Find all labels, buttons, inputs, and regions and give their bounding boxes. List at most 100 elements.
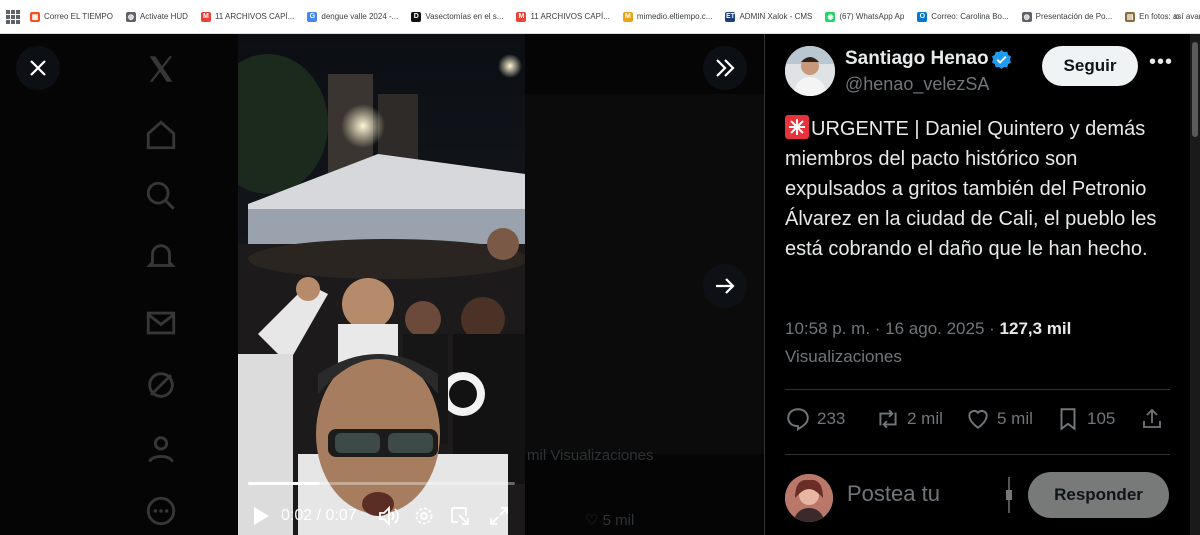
picture-in-picture-button[interactable] xyxy=(449,505,471,527)
settings-button[interactable] xyxy=(413,505,435,527)
tweet-timestamp[interactable]: 10:58 p. m. · 16 ago. 2025 · xyxy=(785,319,1000,338)
siren-icon xyxy=(785,115,809,139)
globe-icon: ◍ xyxy=(1021,11,1032,22)
video-player[interactable]: 0:02 / 0:07 xyxy=(238,34,525,535)
like-count: 5 mil xyxy=(997,409,1033,428)
messages-icon xyxy=(146,311,176,335)
scrollbar-thumb[interactable] xyxy=(1192,42,1198,137)
video-time: 0:02 / 0:07 xyxy=(281,507,357,524)
avatar-image xyxy=(785,46,835,96)
reply-input[interactable]: Postea tu xyxy=(847,481,940,507)
play-button[interactable] xyxy=(250,505,272,527)
bookmark-item[interactable]: ◍ Activate HUD xyxy=(125,11,188,22)
reply-avatar-image xyxy=(785,474,833,522)
video-current-time: 0:02 xyxy=(281,507,313,524)
divider xyxy=(785,389,1170,390)
explore-icon xyxy=(146,181,175,210)
bookmark-label: 11 ARCHIVOS CAPÍ... xyxy=(214,12,295,21)
notifications-icon xyxy=(146,244,176,267)
bookmark-label: 11 ARCHIVOS CAPÍ... xyxy=(530,12,610,21)
background-nav xyxy=(120,34,200,535)
background-views-text: mil Visualizaciones xyxy=(527,447,654,464)
background-likes-text: ♡ 5 mil xyxy=(585,512,635,529)
d-icon: D xyxy=(411,11,422,22)
tweet-views-label: Visualizaciones xyxy=(785,347,902,366)
bookmark-action[interactable]: 105 xyxy=(1055,406,1140,432)
play-icon xyxy=(254,507,269,525)
bookmark-item[interactable]: O Correo: Carolina Bo... xyxy=(917,11,1009,22)
profile-icon xyxy=(148,436,174,463)
bookmark-item[interactable]: M 11 ARCHIVOS CAPÍ... xyxy=(516,11,610,22)
more-options-icon[interactable]: ••• xyxy=(1149,51,1173,74)
bookmark-label: Vasectomías en el s... xyxy=(425,12,504,21)
gear-icon xyxy=(415,507,433,525)
bookmark-label: mimedio.eltiempo.c... xyxy=(636,12,713,21)
apps-grid-icon[interactable] xyxy=(6,9,20,24)
bookmark-item[interactable]: Gdengue valle 2024 -... xyxy=(307,11,399,22)
more-circle-icon xyxy=(146,496,176,526)
bookmark-item[interactable]: ◉ (67) WhatsApp Ap xyxy=(825,11,905,22)
outlook-icon: O xyxy=(917,11,928,22)
volume-button[interactable] xyxy=(378,505,400,527)
gmail-icon: M xyxy=(516,11,527,22)
close-button[interactable] xyxy=(16,46,60,90)
google-icon: G xyxy=(307,11,318,22)
share-icon xyxy=(1143,408,1161,428)
video-duration: 0:07 xyxy=(325,507,357,524)
reply-count: 233 xyxy=(817,409,846,428)
et-icon: ET xyxy=(725,11,736,22)
repost-action[interactable]: 2 mil xyxy=(875,406,965,432)
text-caret-icon xyxy=(1006,477,1012,513)
user-handle[interactable]: @henao_velezSA xyxy=(845,74,989,95)
background-likes-count: 5 mil xyxy=(602,512,635,529)
whatsapp-icon: ◉ xyxy=(825,11,836,22)
bookmark-item[interactable]: ET ADMIN Xalok - CMS xyxy=(725,11,813,22)
bookmark-item[interactable]: M 11 ARCHIVOS CAPÍ... xyxy=(200,11,295,22)
share-action[interactable] xyxy=(1140,406,1170,432)
avatar[interactable] xyxy=(785,46,835,96)
reply-action[interactable]: 233 xyxy=(785,406,875,432)
media-viewer: mil Visualizaciones ♡ 5 mil 0:02 / 0:07 xyxy=(0,34,764,535)
page-scrollbar[interactable] xyxy=(1190,34,1200,535)
collapse-panel-button[interactable] xyxy=(703,46,747,90)
like-action[interactable]: 5 mil xyxy=(965,406,1055,432)
follow-button[interactable]: Seguir xyxy=(1042,46,1138,86)
bookmark-item[interactable]: Mmimedio.eltiempo.c... xyxy=(622,11,713,22)
home-icon xyxy=(146,120,176,150)
display-name[interactable]: Santiago Henao xyxy=(845,48,989,70)
reply-button[interactable]: Responder xyxy=(1028,472,1169,518)
bookmark-label: ADMIN Xalok - CMS xyxy=(739,12,813,21)
tweet-meta: 10:58 p. m. · 16 ago. 2025 · 127,3 mil xyxy=(785,315,1071,343)
bookmarks-overflow-icon[interactable]: » xyxy=(1173,9,1180,23)
tweet-body: URGENTE | Daniel Quintero y demás miembr… xyxy=(785,118,1157,260)
bookmark-label: dengue valle 2024 -... xyxy=(321,12,399,21)
double-chevron-right-icon xyxy=(716,59,735,77)
reply-avatar[interactable] xyxy=(785,474,833,522)
video-progress-fill xyxy=(248,482,321,485)
bookmark-item[interactable]: ◍ Presentación de Po... xyxy=(1021,11,1112,22)
bookmark-item[interactable]: D Vasectomías en el s... xyxy=(411,11,504,22)
gmail-icon: M xyxy=(200,11,211,22)
bookmark-item[interactable]: ▦ Correo EL TIEMPO xyxy=(30,11,113,22)
repost-count: 2 mil xyxy=(907,409,943,428)
reply-icon xyxy=(787,408,809,432)
arrow-right-icon xyxy=(716,278,735,294)
video-controls: 0:02 / 0:07 xyxy=(238,475,525,535)
volume-icon xyxy=(379,506,399,526)
bookmarks-bar: ▦ Correo EL TIEMPO ◍ Activate HUD M 11 ARCHIV… xyxy=(0,0,1200,34)
fullscreen-icon xyxy=(490,507,508,525)
verified-badge-icon xyxy=(991,49,1012,70)
bookmark-label: Activate HUD xyxy=(139,12,188,21)
next-media-button[interactable] xyxy=(703,264,747,308)
bookmark-item[interactable]: ▤En fotos: así avanza... xyxy=(1125,11,1200,22)
fullscreen-button[interactable] xyxy=(488,505,510,527)
tweet-text: URGENTE | Daniel Quintero y demás miembr… xyxy=(785,114,1181,264)
video-progress-bar[interactable] xyxy=(248,482,515,485)
bookmark-label: (67) WhatsApp Ap xyxy=(839,12,905,21)
pip-icon xyxy=(451,507,469,525)
microsoft-icon: ▦ xyxy=(30,11,40,22)
repost-icon xyxy=(879,409,897,429)
bookmark-label: Correo EL TIEMPO xyxy=(44,12,113,21)
m-icon: M xyxy=(622,11,633,22)
video-frame-image xyxy=(238,34,525,535)
